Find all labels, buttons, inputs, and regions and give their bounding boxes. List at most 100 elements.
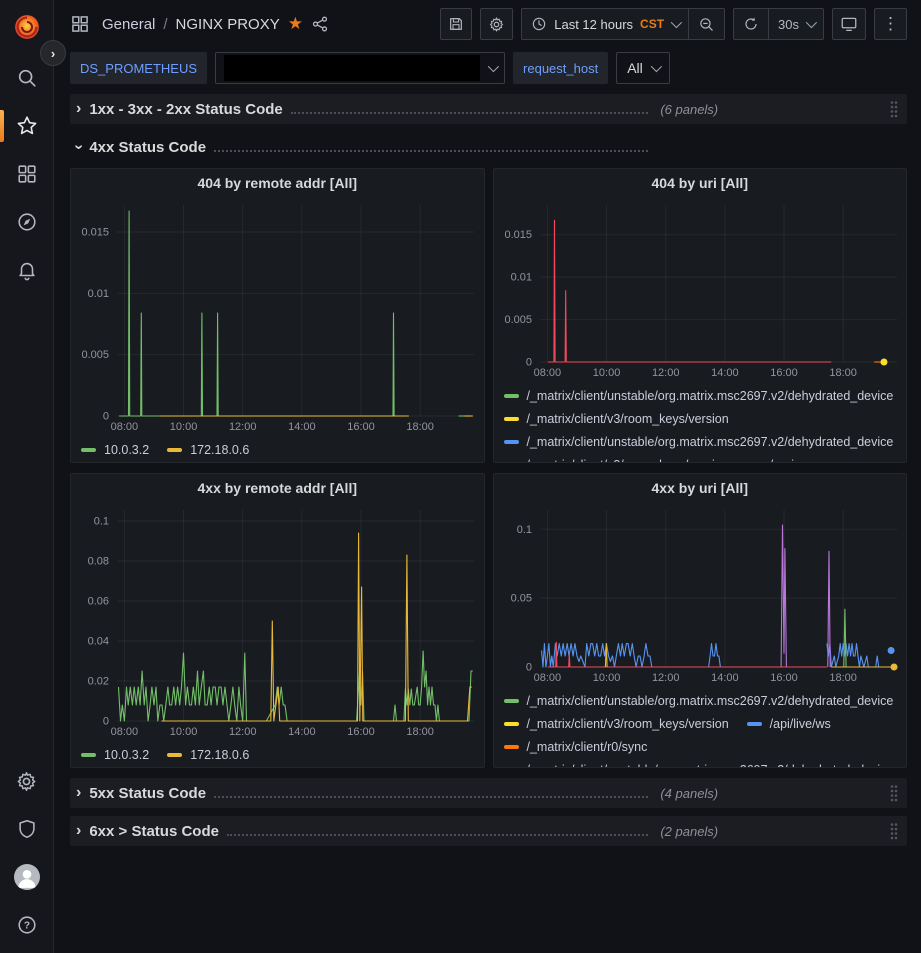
legend-label: 10.0.3.2	[104, 748, 149, 762]
chart-4xx-by-uri[interactable]: 08:0010:0012:0014:0016:0018:0000.050.1	[494, 502, 907, 687]
main-area: General / NGINX PROXY ★	[54, 0, 921, 953]
panel-title[interactable]: 4xx by remote addr [All]	[71, 474, 484, 502]
panel-404-by-remote-addr: 404 by remote addr [All] 08:0010:0012:00…	[70, 168, 485, 463]
star-outline-icon	[15, 114, 39, 138]
chevron-down-icon	[671, 17, 682, 28]
row-drag-handle[interactable]	[889, 822, 899, 840]
series-end-dot	[887, 647, 894, 654]
legend-item[interactable]: /_matrix/client/unstable/org.matrix.msc2…	[504, 389, 894, 403]
grafana-logo-icon	[12, 12, 42, 42]
x-tick-label: 12:00	[229, 421, 257, 433]
sidebar-item-profile[interactable]	[0, 853, 54, 901]
legend-swatch-icon	[81, 448, 96, 452]
x-tick-label: 14:00	[288, 726, 316, 738]
row-header-4xx[interactable]: › 4xx Status Code	[70, 132, 907, 162]
row-panel-count: (4 panels)	[660, 786, 718, 801]
share-icon[interactable]	[311, 15, 329, 33]
y-tick-label: 0.015	[504, 229, 532, 241]
y-tick-label: 0.005	[504, 314, 532, 326]
legend-item[interactable]: /_matrix/client/unstable/org.matrix.msc2…	[504, 763, 894, 768]
row-collapse-chevron-icon: ›	[76, 823, 81, 839]
row-drag-handle[interactable]	[889, 784, 899, 802]
favorite-star-icon[interactable]: ★	[288, 14, 303, 34]
sidebar-item-configuration[interactable]	[0, 757, 54, 805]
refresh-interval-dropdown[interactable]: 30s	[768, 9, 823, 39]
legend-item[interactable]: 172.18.0.6	[167, 443, 249, 457]
series-line	[548, 220, 831, 362]
legend-row: /_matrix/client/r0/sync	[504, 735, 903, 758]
legend-swatch-icon	[747, 722, 762, 726]
sidebar-item-starred[interactable]	[0, 102, 54, 150]
legend-item[interactable]: /_matrix/client/v3/room_keys/version	[504, 458, 729, 463]
row-header-1xx-3xx-2xx[interactable]: › 1xx - 3xx - 2xx Status Code (6 panels)	[70, 94, 907, 124]
sidebar-bottom-group: ?	[0, 757, 54, 953]
y-tick-label: 0	[525, 662, 531, 674]
series-line	[548, 642, 827, 667]
x-tick-label: 18:00	[406, 726, 434, 738]
legend-item[interactable]: /sw.js	[747, 458, 801, 463]
datasource-select[interactable]	[215, 52, 505, 84]
legend-label: /api/live/ws	[770, 717, 831, 731]
panel-legend: 10.0.3.2 172.18.0.6	[71, 741, 484, 767]
refresh-button[interactable]	[734, 9, 768, 39]
y-tick-label: 0.06	[88, 596, 109, 608]
sidebar-item-explore[interactable]	[0, 198, 54, 246]
save-dashboard-button[interactable]	[440, 8, 472, 40]
legend-item[interactable]: /_matrix/client/unstable/org.matrix.msc2…	[504, 435, 894, 449]
panel-4xx-by-uri: 4xx by uri [All] 08:0010:0012:0014:0016:…	[493, 473, 908, 768]
kebab-icon: ⋮	[882, 14, 899, 34]
row-title: 6xx > Status Code	[89, 823, 219, 840]
legend-item[interactable]: /_matrix/client/r0/sync	[504, 740, 648, 754]
panel-title[interactable]: 404 by remote addr [All]	[71, 169, 484, 197]
request-host-select[interactable]: All	[616, 52, 670, 84]
breadcrumb-section[interactable]: General	[102, 16, 155, 33]
x-tick-label: 14:00	[288, 421, 316, 433]
row-collapse-chevron-icon: ›	[76, 785, 81, 801]
chart-svg[interactable]: 08:0010:0012:0014:0016:0018:0000.020.040…	[71, 502, 484, 741]
chart-svg[interactable]: 08:0010:0012:0014:0016:0018:0000.050.1	[494, 502, 907, 687]
chevron-down-icon	[488, 61, 499, 72]
request-host-label[interactable]: request_host	[513, 52, 608, 84]
panel-title[interactable]: 404 by uri [All]	[494, 169, 907, 197]
chart-svg[interactable]: 08:0010:0012:0014:0016:0018:0000.0050.01…	[494, 197, 907, 382]
legend-item[interactable]: 172.18.0.6	[167, 748, 249, 762]
sidebar-item-help[interactable]: ?	[0, 901, 54, 949]
legend-row: /_matrix/client/v3/room_keys/version	[504, 407, 903, 430]
kebab-menu-button[interactable]: ⋮	[874, 8, 907, 40]
legend-item[interactable]: 10.0.3.2	[81, 443, 149, 457]
sidebar-item-alerting[interactable]	[0, 246, 54, 294]
sidebar-item-server-admin[interactable]	[0, 805, 54, 853]
gear-icon	[488, 16, 505, 33]
y-tick-label: 0	[103, 411, 109, 423]
save-icon	[448, 16, 464, 32]
legend-item[interactable]: 10.0.3.2	[81, 748, 149, 762]
legend-item[interactable]: /_matrix/client/unstable/org.matrix.msc2…	[504, 694, 894, 708]
dashboard-settings-button[interactable]	[480, 8, 513, 40]
row-drag-handle[interactable]	[889, 100, 899, 118]
legend-label: /_matrix/client/v3/room_keys/version	[527, 412, 729, 426]
dashboards-grid-icon	[16, 163, 38, 185]
legend-row: /_matrix/client/v3/room_keys/version/sw.…	[504, 453, 903, 462]
x-tick-label: 18:00	[406, 421, 434, 433]
chart-svg[interactable]: 08:0010:0012:0014:0016:0018:0000.0050.01…	[71, 197, 484, 436]
sidebar-expand-button[interactable]: ›	[40, 40, 66, 66]
zoom-out-button[interactable]	[688, 9, 724, 39]
time-range-button[interactable]: Last 12 hours CST	[522, 9, 688, 39]
panel-title[interactable]: 4xx by uri [All]	[494, 474, 907, 502]
x-tick-label: 08:00	[533, 367, 561, 379]
chart-404-by-remote-addr[interactable]: 08:0010:0012:0014:0016:0018:0000.0050.01…	[71, 197, 484, 436]
x-tick-label: 08:00	[533, 672, 561, 684]
row-header-5xx[interactable]: › 5xx Status Code (4 panels)	[70, 778, 907, 808]
legend-item[interactable]: /_matrix/client/v3/room_keys/version	[504, 412, 729, 426]
series-line	[119, 211, 399, 416]
legend-item[interactable]: /_matrix/client/v3/room_keys/version	[504, 717, 729, 731]
series-line	[708, 644, 720, 667]
chart-4xx-by-remote-addr[interactable]: 08:0010:0012:0014:0016:0018:0000.020.040…	[71, 502, 484, 741]
sidebar-item-dashboards[interactable]	[0, 150, 54, 198]
legend-item[interactable]: /api/live/ws	[747, 717, 831, 731]
row-header-6xx[interactable]: › 6xx > Status Code (2 panels)	[70, 816, 907, 846]
chart-404-by-uri[interactable]: 08:0010:0012:0014:0016:0018:0000.0050.01…	[494, 197, 907, 382]
panel-grid: 404 by remote addr [All] 08:0010:0012:00…	[70, 168, 907, 768]
cycle-view-button[interactable]	[832, 8, 866, 40]
datasource-label[interactable]: DS_PROMETHEUS	[70, 52, 207, 84]
